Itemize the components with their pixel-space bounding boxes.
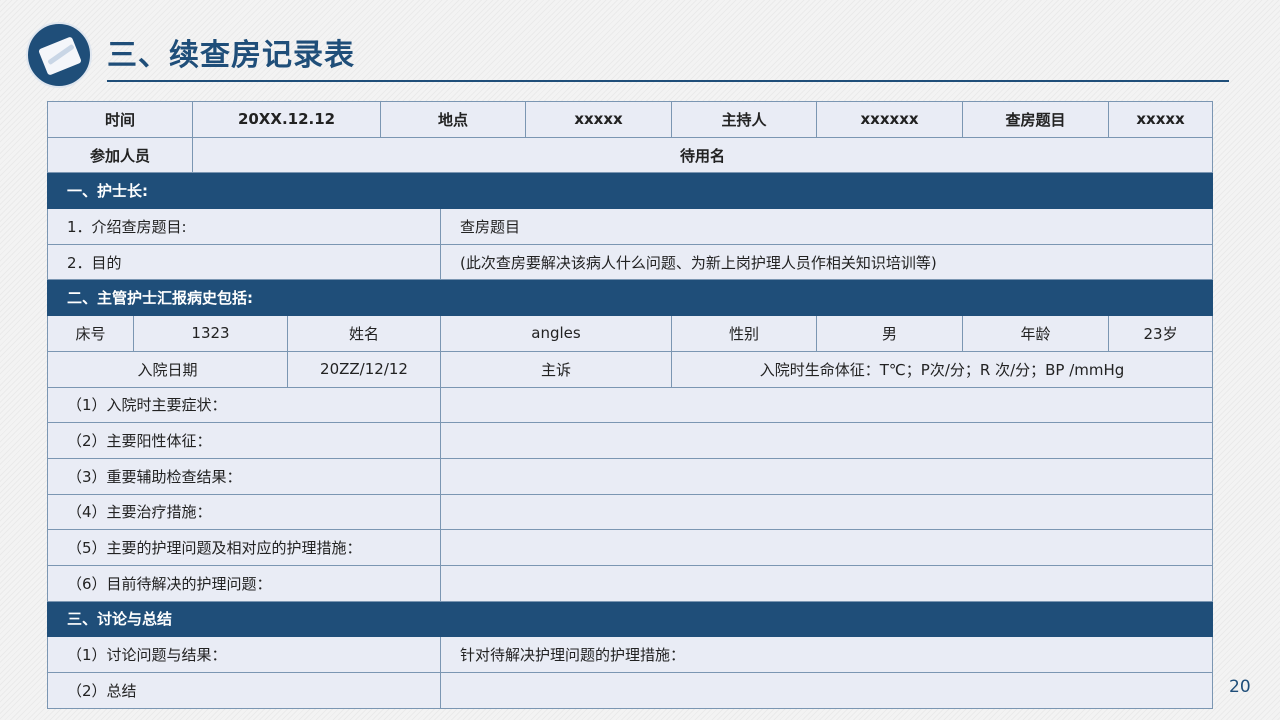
attendees-value: 待用名 [192, 136, 1214, 174]
history-item-field [440, 529, 1214, 566]
history-item-field [440, 493, 1214, 531]
history-item-label: （6）目前待解决的护理问题： [46, 564, 442, 602]
section3-title: 三、讨论与总结 [46, 600, 1214, 638]
section1-title: 一、护士长: [46, 172, 1214, 210]
page-title: 三、续查房记录表 [107, 38, 355, 73]
section2-title: 二、主管护士汇报病史包括: [46, 279, 1214, 317]
table-row: 参加人员 待用名 [46, 136, 1214, 174]
section-header: 一、护士长: [46, 172, 1214, 210]
attendees-label: 参加人员 [46, 136, 194, 174]
history-item-field [440, 422, 1214, 459]
section-header: 三、讨论与总结 [46, 600, 1214, 638]
name-label: 姓名 [287, 315, 442, 352]
intro-label: 1．介绍查房题目: [46, 208, 442, 245]
gender-value: 男 [816, 315, 964, 352]
topic-value: xxxxx [1108, 101, 1214, 138]
history-item-label: （4）主要治疗措施： [46, 493, 442, 531]
purpose-label: 2．目的 [46, 243, 442, 281]
table-row: （3）重要辅助检查结果： [46, 457, 1214, 495]
table-row: 入院日期 20ZZ/12/12 主诉 入院时生命体征：T℃；P次/分；R 次/分… [46, 350, 1214, 388]
history-item-label: （2）主要阳性体征： [46, 422, 442, 459]
ward-round-record-table: 时间 20XX.12.12 地点 xxxxx 主持人 xxxxxx 查房题目 x… [46, 101, 1214, 709]
table-row: 床号 1323 姓名 angles 性别 男 年龄 23岁 [47, 315, 1214, 352]
admit-date-label: 入院日期 [46, 350, 289, 388]
place-label: 地点 [380, 101, 527, 138]
complaint-label: 主诉 [440, 350, 673, 388]
table-row: （1）入院时主要症状： [46, 386, 1214, 424]
history-item-field [440, 386, 1214, 424]
summary-field [440, 672, 1214, 709]
history-item-label: （3）重要辅助检查结果： [46, 457, 442, 495]
host-value: xxxxxx [816, 101, 964, 138]
page-number: 20 [1229, 677, 1251, 697]
time-label: 时间 [46, 101, 194, 138]
measures-label: 针对待解决护理问题的护理措施： [440, 636, 1214, 673]
table-row: （5）主要的护理问题及相对应的护理措施： [46, 529, 1214, 566]
table-row: （1）讨论问题与结果： 针对待解决护理问题的护理措施： [46, 636, 1214, 673]
gender-label: 性别 [671, 315, 818, 352]
vitals-text: 入院时生命体征：T℃；P次/分；R 次/分；BP /mmHg [671, 350, 1214, 388]
bed-value: 1323 [132, 315, 289, 352]
intro-value: 查房题目 [440, 208, 1214, 245]
summary-label: （2）总结 [46, 672, 442, 709]
place-value: xxxxx [525, 101, 673, 138]
table-row: （2）总结 [46, 672, 1214, 709]
doctor-writing-icon [26, 22, 92, 88]
history-item-label: （5）主要的护理问题及相对应的护理措施： [46, 529, 442, 566]
table-row: （6）目前待解决的护理问题： [46, 564, 1214, 602]
host-label: 主持人 [671, 101, 818, 138]
purpose-value: (此次查房要解决该病人什么问题、为新上岗护理人员作相关知识培训等) [440, 243, 1214, 281]
age-label: 年龄 [962, 315, 1110, 352]
section-header: 二、主管护士汇报病史包括: [46, 279, 1214, 317]
table-row: 时间 20XX.12.12 地点 xxxxx 主持人 xxxxxx 查房题目 x… [46, 101, 1214, 138]
discussion-label: （1）讨论问题与结果： [46, 636, 442, 673]
history-item-label: （1）入院时主要症状： [46, 386, 442, 424]
table-row: （2）主要阳性体征： [46, 422, 1214, 459]
time-value: 20XX.12.12 [192, 101, 382, 138]
topic-label: 查房题目 [962, 101, 1110, 138]
name-value: angles [440, 315, 673, 352]
bed-label: 床号 [47, 315, 134, 352]
table-row: （4）主要治疗措施： [46, 493, 1214, 531]
age-value: 23岁 [1108, 315, 1214, 352]
title-divider [107, 80, 1229, 82]
table-row: 1．介绍查房题目: 查房题目 [46, 208, 1214, 245]
history-item-field [440, 457, 1214, 495]
history-item-field [440, 564, 1214, 602]
table-row: 2．目的 (此次查房要解决该病人什么问题、为新上岗护理人员作相关知识培训等) [46, 243, 1214, 281]
admit-date-value: 20ZZ/12/12 [287, 350, 442, 388]
